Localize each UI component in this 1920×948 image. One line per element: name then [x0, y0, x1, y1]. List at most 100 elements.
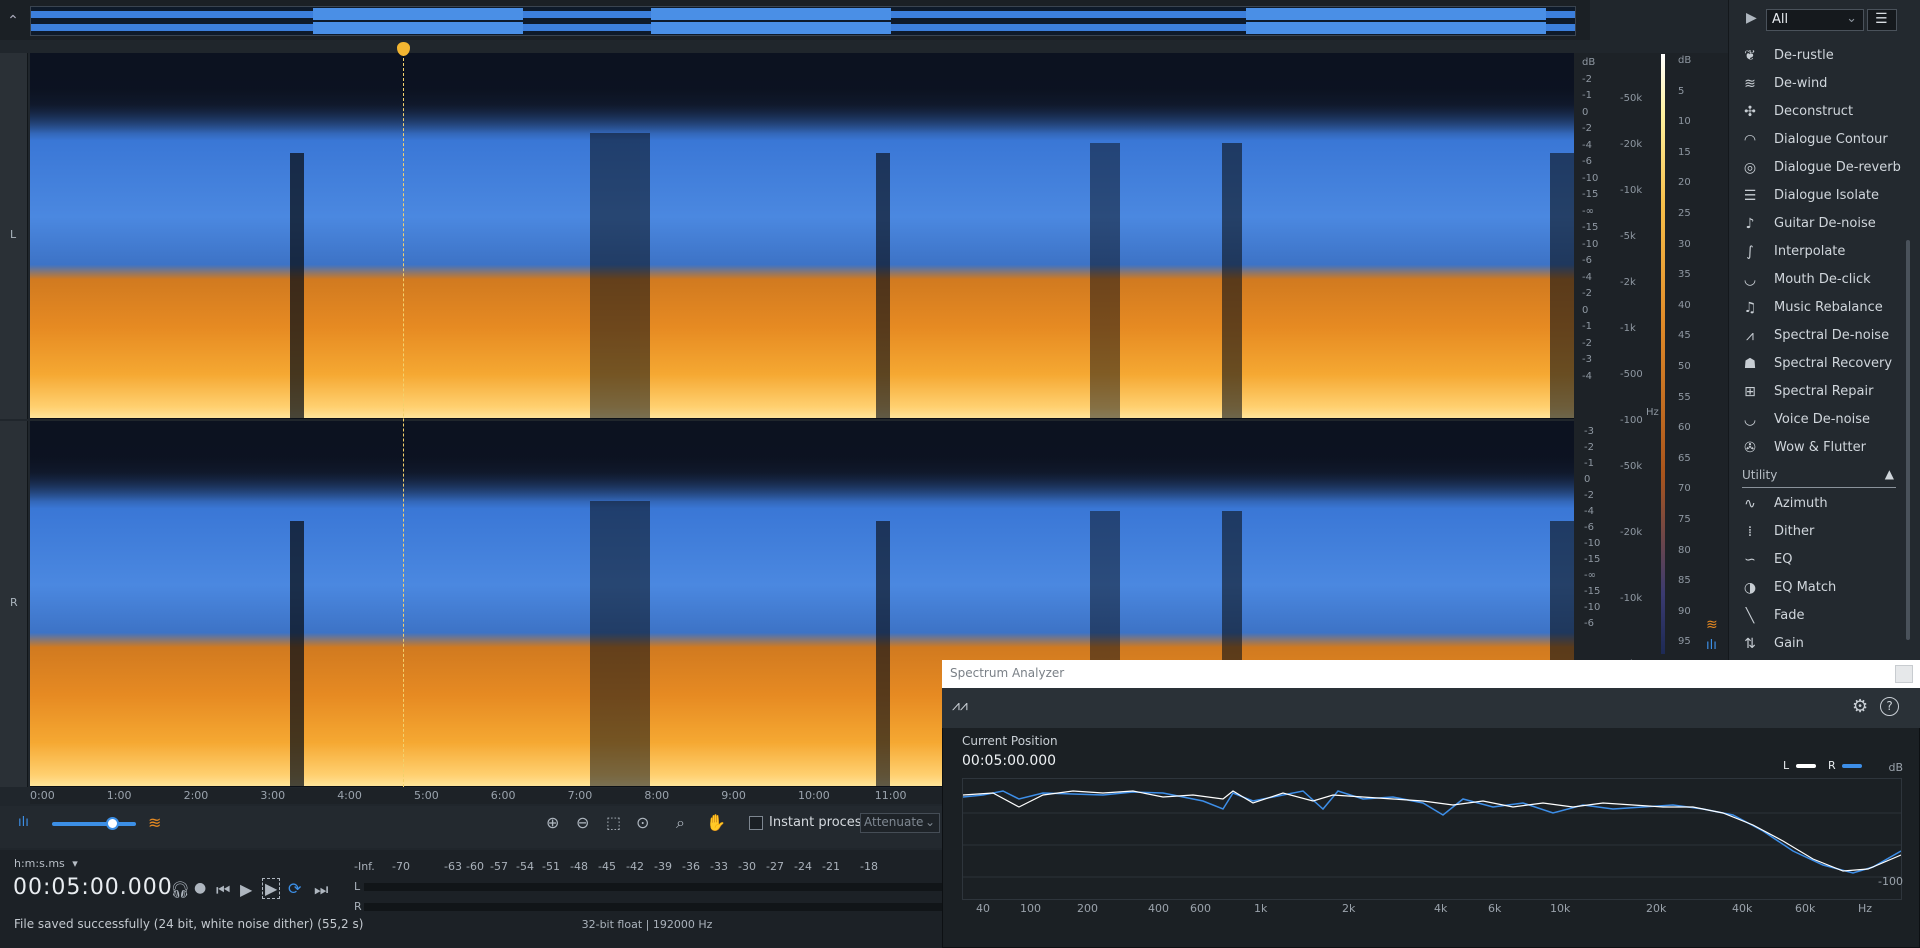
utility-section-header[interactable]: Utility ▲: [1742, 467, 1896, 488]
meter-scale-tick: -24: [794, 860, 812, 873]
spectrum-analyzer-titlebar[interactable]: Spectrum Analyzer: [942, 660, 1920, 688]
mouth-icon: ◡: [1743, 272, 1757, 288]
color-scale-tick: 20: [1678, 177, 1691, 189]
module-item-spectral-de-noise[interactable]: ⩘ Spectral De-noise: [1740, 324, 1910, 348]
time-tick: 1:00: [106, 789, 132, 802]
module-item-dialogue-contour[interactable]: ◠ Dialogue Contour: [1740, 128, 1910, 152]
db-tick-lower: -15: [1584, 554, 1601, 565]
zoom-in-icon[interactable]: ⊕: [546, 813, 559, 832]
headphones-icon[interactable]: 🎧︎: [170, 880, 190, 899]
module-item-guitar-de-noise[interactable]: ♪ Guitar De-noise: [1740, 212, 1910, 236]
module-item-de-rustle[interactable]: ❦ De-rustle: [1740, 44, 1910, 68]
help-icon[interactable]: ?: [1880, 697, 1899, 716]
module-label: EQ Match: [1774, 580, 1837, 595]
magnify-icon[interactable]: ⌕: [676, 813, 685, 833]
module-item-fade[interactable]: ╲ Fade: [1740, 604, 1910, 628]
module-menu-button[interactable]: ☰: [1867, 9, 1897, 31]
loop-icon[interactable]: ⟳: [288, 879, 301, 898]
module-item-interpolate[interactable]: ∫ Interpolate: [1740, 240, 1910, 264]
color-scale-tick: 35: [1678, 269, 1691, 281]
module-label: Voice De-noise: [1774, 412, 1871, 427]
status-message: File saved successfully (24 bit, white n…: [14, 917, 364, 931]
waveform-view-icon[interactable]: ılı: [18, 815, 29, 830]
gear-icon[interactable]: ⚙: [1852, 696, 1868, 717]
hand-tool-icon[interactable]: ✋: [706, 813, 726, 832]
spectrum-x-tick: 6k: [1488, 902, 1502, 915]
db-tick: -3: [1582, 354, 1592, 365]
module-label: Wow & Flutter: [1774, 440, 1866, 455]
module-item-dither[interactable]: ⁞ Dither: [1740, 520, 1910, 544]
spectrum-line-l: [962, 790, 1902, 872]
spectrogram-left-channel[interactable]: [30, 53, 1574, 419]
color-scale-tick: dB: [1678, 55, 1692, 66]
module-item-dialogue-de-reverb[interactable]: ◎ Dialogue De-reverb: [1740, 156, 1910, 180]
repair-icon: ⊞: [1744, 384, 1756, 400]
module-item-wow-flutter[interactable]: ✇ Wow & Flutter: [1740, 436, 1910, 460]
zoom-out-icon[interactable]: ⊖: [576, 813, 589, 832]
time-format-select[interactable]: h:m:s.ms ▾: [14, 857, 78, 870]
db-tick-lower: -1: [1584, 458, 1594, 469]
spectrum-x-tick: 400: [1148, 902, 1169, 915]
time-ruler[interactable]: 0:00 1:00 2:00 3:00 4:00 5:00 6:00 7:00 8:00 9:00…: [30, 788, 966, 804]
collapse-icon[interactable]: ⌃: [4, 10, 22, 32]
db-tick: -15: [1582, 222, 1599, 233]
module-item-spectral-recovery[interactable]: ☗ Spectral Recovery: [1740, 352, 1910, 376]
module-item-gain[interactable]: ⇅ Gain: [1740, 632, 1910, 656]
module-item-spectral-repair[interactable]: ⊞ Spectral Repair: [1740, 380, 1910, 404]
module-item-deconstruct[interactable]: ✣ Deconstruct: [1740, 100, 1910, 124]
spectrum-y-tick: -100: [1878, 875, 1903, 888]
instant-process-mode-select[interactable]: Attenuate ⌄: [860, 813, 940, 833]
db-tick-lower: -∞: [1584, 570, 1596, 581]
play-icon[interactable]: ▶: [240, 880, 252, 899]
instant-process-label: Instant process: [769, 815, 869, 830]
skip-forward-icon[interactable]: ⏭: [314, 880, 328, 900]
spectrum-plot[interactable]: dB -100: [962, 761, 1903, 900]
close-window-button[interactable]: [1895, 665, 1913, 683]
spectrogram-toggle-icon[interactable]: ≋: [1706, 617, 1718, 633]
time-tick: 7:00: [567, 789, 593, 802]
module-item-music-rebalance[interactable]: ♫ Music Rebalance: [1740, 296, 1910, 320]
meter-bar-left: [364, 883, 942, 891]
overview-waveform[interactable]: [30, 6, 1576, 36]
db-tick: -10: [1582, 172, 1599, 184]
module-item-dialogue-isolate[interactable]: ☰ Dialogue Isolate: [1740, 184, 1910, 208]
module-item-eq-match[interactable]: ◑ EQ Match: [1740, 576, 1910, 600]
module-label: Dialogue Contour: [1774, 132, 1888, 147]
meter-scale-tick: -48: [570, 860, 588, 873]
spectrogram-view-icon[interactable]: ≋: [148, 813, 161, 832]
record-icon[interactable]: ●: [194, 880, 206, 896]
waveform-toggle-icon[interactable]: ılı: [1706, 638, 1717, 653]
frequency-tick-lower: -10k: [1620, 593, 1643, 604]
zoom-fit-icon[interactable]: ⊙: [636, 813, 649, 832]
module-item-azimuth[interactable]: ∿ Azimuth: [1740, 492, 1910, 516]
db-tick-lower: -6: [1584, 618, 1594, 629]
module-label: Guitar De-noise: [1774, 216, 1876, 231]
color-gradient-bar: [1661, 54, 1665, 654]
skip-back-icon[interactable]: ⏮: [216, 880, 230, 900]
opacity-slider-track[interactable]: [52, 822, 136, 826]
module-item-mouth-de-click[interactable]: ◡ Mouth De-click: [1740, 268, 1910, 292]
meter-scale-tick: -51: [542, 860, 560, 873]
module-label: Gain: [1774, 636, 1804, 651]
zoom-selection-icon[interactable]: ⬚: [606, 813, 621, 832]
play-selection-icon[interactable]: ▶: [262, 878, 281, 899]
color-scale-tick: 50: [1678, 361, 1691, 372]
hz-unit-label: Hz: [1646, 407, 1659, 418]
playhead-line[interactable]: [403, 53, 404, 787]
module-filter-select[interactable]: All ⌄: [1766, 9, 1864, 31]
module-list-scrollbar[interactable]: [1906, 240, 1910, 640]
caret-down-icon: ▾: [72, 857, 78, 870]
db-tick: -∞: [1582, 205, 1594, 217]
db-tick-lower: -2: [1584, 442, 1594, 453]
frequency-tick: -20k: [1620, 139, 1643, 150]
frequency-tick: -2k: [1620, 277, 1636, 288]
instant-process-checkbox[interactable]: [749, 816, 763, 830]
module-item-eq[interactable]: ∽ EQ: [1740, 548, 1910, 572]
color-scale-column: dB 5 10 15 20 25 30 35 40 45 50 55 60 65 70 75 80 85 90 95: [1664, 53, 1728, 660]
module-item-de-wind[interactable]: ≋ De-wind: [1740, 72, 1910, 96]
waveform-overview[interactable]: [0, 0, 1590, 40]
timecode-display[interactable]: 00:05:00.000: [13, 875, 173, 900]
play-module-icon[interactable]: ▶: [1746, 10, 1757, 26]
meter-scale-tick: -42: [626, 860, 644, 873]
module-item-voice-de-noise[interactable]: ◡ Voice De-noise: [1740, 408, 1910, 432]
